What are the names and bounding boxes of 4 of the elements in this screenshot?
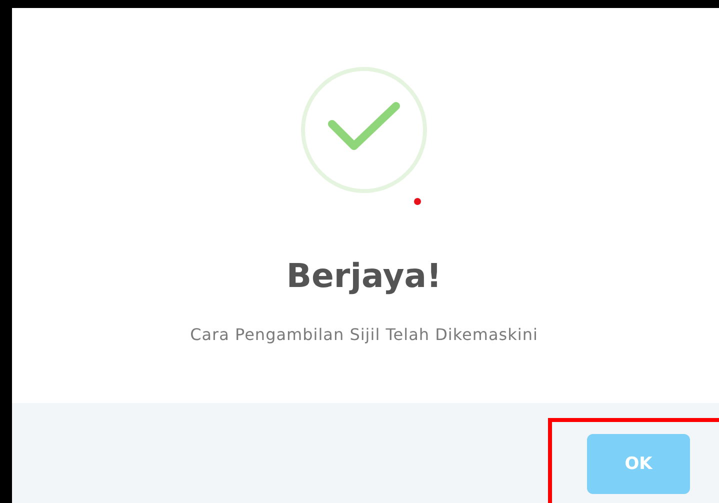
checkmark-circle-icon <box>300 66 428 194</box>
dialog-title: Berjaya! <box>286 256 442 296</box>
ok-button[interactable]: OK <box>587 434 690 494</box>
dialog-message: Cara Pengambilan Sijil Telah Dikemaskini <box>190 324 538 346</box>
